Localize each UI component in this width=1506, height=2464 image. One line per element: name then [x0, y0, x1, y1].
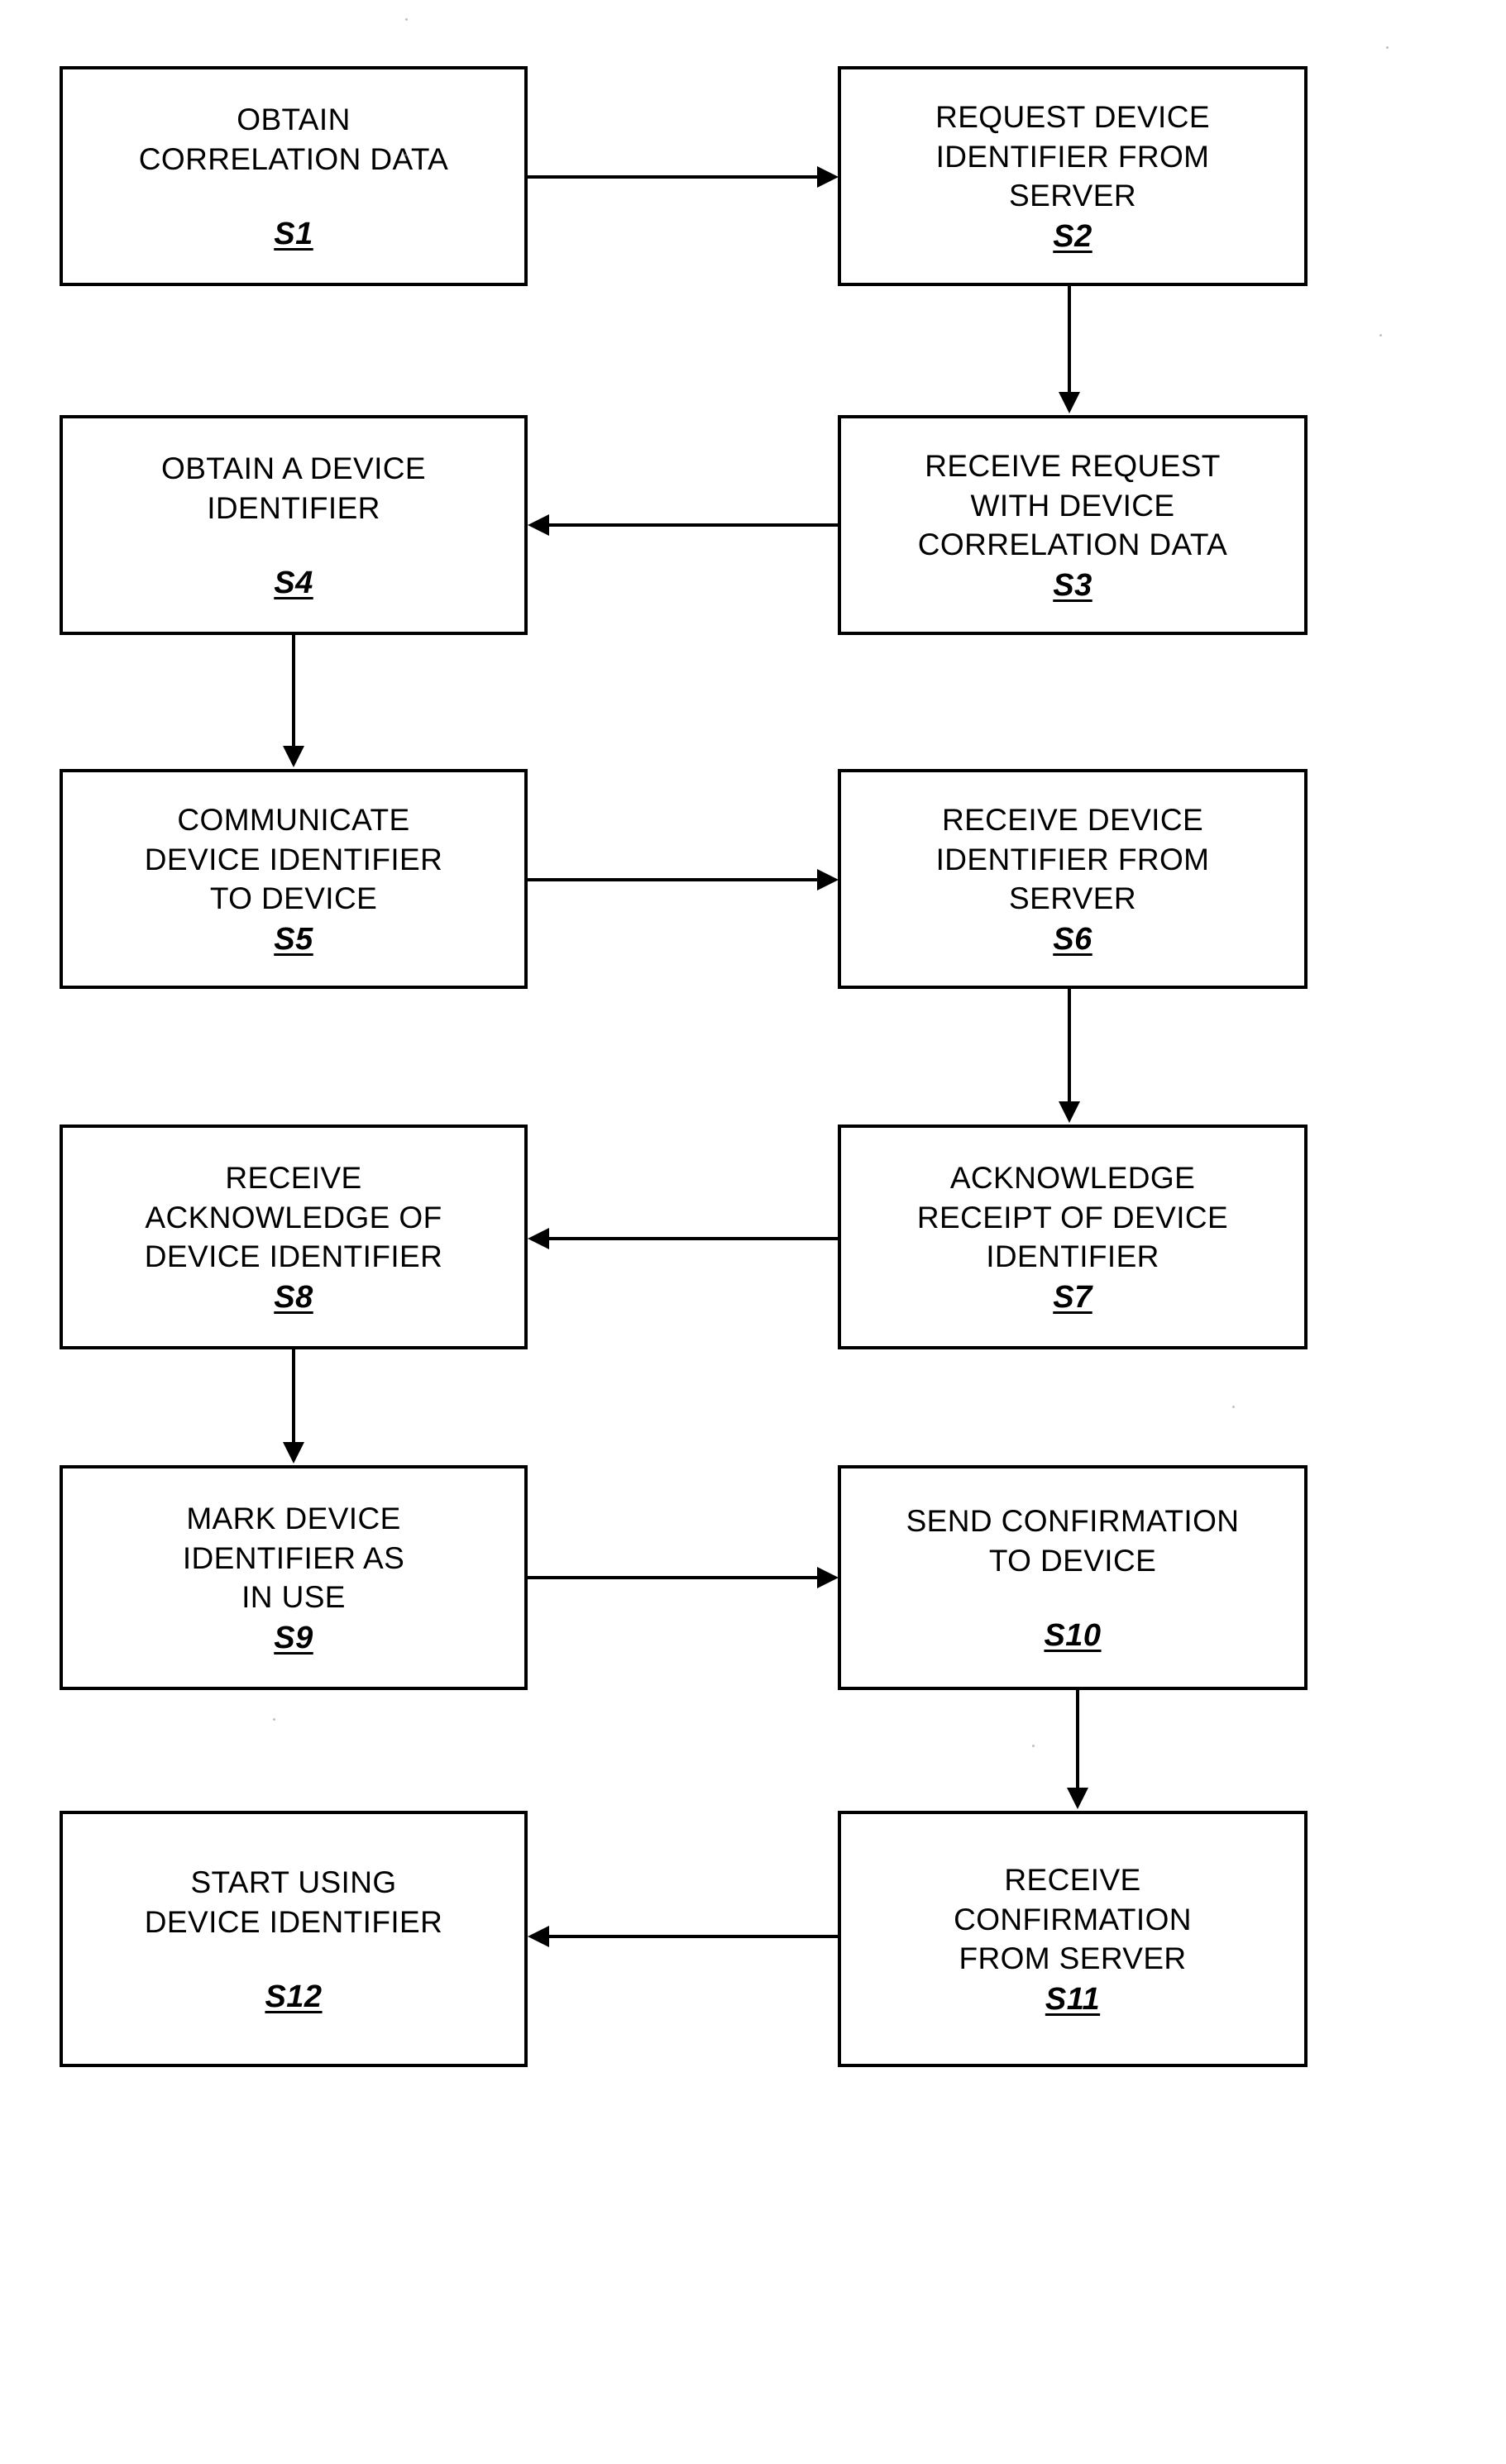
flow-node-s4-step: S4: [274, 565, 313, 600]
flow-node-s3-line-2: WITH DEVICE: [970, 488, 1175, 523]
flow-node-s8-line-3: DEVICE IDENTIFIER: [144, 1239, 443, 1274]
edge-s3-to-s4-arrowhead-icon: [528, 514, 549, 536]
flow-node-s9-line-3: IN USE: [241, 1580, 346, 1615]
flow-node-s3: RECEIVE REQUEST WITH DEVICE CORRELATION …: [838, 415, 1308, 635]
edge-s4-to-s5-line: [292, 635, 295, 747]
flow-node-s1-text: OBTAIN CORRELATION DATA S1: [63, 100, 524, 252]
flow-node-s3-text: RECEIVE REQUEST WITH DEVICE CORRELATION …: [841, 446, 1304, 603]
edge-s11-to-s12-line: [549, 1935, 839, 1938]
flow-node-s6-text: RECEIVE DEVICE IDENTIFIER FROM SERVER S6: [841, 800, 1304, 957]
scan-speck: [404, 154, 407, 156]
flow-node-s7: ACKNOWLEDGE RECEIPT OF DEVICE IDENTIFIER…: [838, 1125, 1308, 1349]
flow-node-s3-step: S3: [1053, 567, 1092, 603]
flow-node-s3-line-3: CORRELATION DATA: [917, 528, 1228, 562]
flow-node-s2-line-1: REQUEST DEVICE: [935, 100, 1210, 135]
flow-node-s10-line-2: TO DEVICE: [988, 1543, 1157, 1578]
flow-node-s11-line-2: CONFIRMATION: [954, 1902, 1192, 1936]
flow-node-s4-line-1: OBTAIN A DEVICE: [161, 451, 426, 486]
flow-node-s4: OBTAIN A DEVICE IDENTIFIER S4: [60, 415, 528, 635]
edge-s6-to-s7-line: [1068, 989, 1071, 1103]
flow-node-s12-text: START USING DEVICE IDENTIFIER S12: [63, 1863, 524, 2015]
flow-node-s7-line-3: IDENTIFIER: [986, 1239, 1159, 1274]
flow-node-s11-line-1: RECEIVE: [1004, 1863, 1141, 1898]
flow-node-s6-line-1: RECEIVE DEVICE: [941, 803, 1204, 838]
flow-node-s4-text: OBTAIN A DEVICE IDENTIFIER S4: [63, 449, 524, 601]
flow-node-s10: SEND CONFIRMATION TO DEVICE S10: [838, 1465, 1308, 1690]
flow-node-s2-line-2: IDENTIFIER FROM: [935, 139, 1210, 174]
scan-speck: [1032, 1745, 1035, 1747]
flow-node-s7-line-1: ACKNOWLEDGE: [949, 1161, 1196, 1196]
scan-speck: [1379, 334, 1382, 337]
flow-node-s8-line-2: ACKNOWLEDGE OF: [145, 1200, 442, 1234]
flow-node-s7-step: S7: [1053, 1279, 1092, 1315]
edge-s5-to-s6-arrowhead-icon: [817, 869, 839, 891]
flow-node-s5-text: COMMUNICATE DEVICE IDENTIFIER TO DEVICE …: [63, 800, 524, 957]
flow-node-s2: REQUEST DEVICE IDENTIFIER FROM SERVER S2: [838, 66, 1308, 286]
edge-s1-to-s2-line: [528, 175, 819, 179]
scan-speck: [273, 1718, 275, 1721]
flow-node-s1-line-2: CORRELATION DATA: [138, 141, 449, 176]
flow-node-s1-line-1: OBTAIN: [237, 103, 351, 137]
flow-node-s11: RECEIVE CONFIRMATION FROM SERVER S11: [838, 1811, 1308, 2067]
flow-node-s2-step: S2: [1053, 218, 1092, 254]
edge-s7-to-s8-line: [549, 1237, 839, 1240]
edge-s8-to-s9-arrowhead-icon: [283, 1442, 304, 1464]
flow-node-s8-text: RECEIVE ACKNOWLEDGE OF DEVICE IDENTIFIER…: [63, 1158, 524, 1315]
flow-node-s1: OBTAIN CORRELATION DATA S1: [60, 66, 528, 286]
flow-node-s1-step: S1: [274, 216, 313, 251]
flow-node-s8: RECEIVE ACKNOWLEDGE OF DEVICE IDENTIFIER…: [60, 1125, 528, 1349]
flow-node-s6: RECEIVE DEVICE IDENTIFIER FROM SERVER S6: [838, 769, 1308, 989]
flow-node-s10-line-1: SEND CONFIRMATION: [906, 1504, 1240, 1539]
flow-node-s12-step: S12: [265, 1979, 323, 2014]
flow-node-s6-line-2: IDENTIFIER FROM: [935, 842, 1210, 876]
scan-speck: [1386, 46, 1389, 49]
flow-node-s2-text: REQUEST DEVICE IDENTIFIER FROM SERVER S2: [841, 98, 1304, 254]
flow-node-s8-line-1: RECEIVE: [225, 1161, 362, 1196]
flow-node-s9-text: MARK DEVICE IDENTIFIER AS IN USE S9: [63, 1499, 524, 1655]
edge-s10-to-s11-arrowhead-icon: [1067, 1788, 1088, 1809]
edge-s2-to-s3-line: [1068, 286, 1071, 394]
flow-node-s9-step: S9: [274, 1620, 313, 1655]
flow-node-s7-line-2: RECEIPT OF DEVICE: [916, 1200, 1229, 1234]
flow-node-s5-step: S5: [274, 921, 313, 957]
edge-s11-to-s12-arrowhead-icon: [528, 1926, 549, 1947]
flow-node-s11-text: RECEIVE CONFIRMATION FROM SERVER S11: [841, 1860, 1304, 2017]
edge-s5-to-s6-line: [528, 878, 819, 881]
edge-s6-to-s7-arrowhead-icon: [1059, 1101, 1080, 1123]
flow-node-s2-line-3: SERVER: [1009, 179, 1136, 213]
flow-node-s12: START USING DEVICE IDENTIFIER S12: [60, 1811, 528, 2067]
scan-speck: [405, 18, 408, 21]
edge-s9-to-s10-line: [528, 1576, 819, 1579]
flow-node-s6-step: S6: [1053, 921, 1092, 957]
flow-node-s9-line-1: MARK DEVICE: [186, 1502, 401, 1536]
flow-node-s10-step: S10: [1044, 1617, 1102, 1653]
edge-s3-to-s4-line: [549, 523, 839, 527]
flow-node-s8-step: S8: [274, 1279, 313, 1315]
flow-node-s12-line-2: DEVICE IDENTIFIER: [144, 1904, 443, 1939]
flow-node-s4-line-2: IDENTIFIER: [207, 490, 380, 525]
edge-s8-to-s9-line: [292, 1349, 295, 1444]
flow-node-s9: MARK DEVICE IDENTIFIER AS IN USE S9: [60, 1465, 528, 1690]
flow-node-s12-line-1: START USING: [190, 1865, 397, 1900]
figure-canvas: OBTAIN CORRELATION DATA S1 REQUEST DEVIC…: [0, 0, 1506, 2464]
flow-node-s10-text: SEND CONFIRMATION TO DEVICE S10: [841, 1502, 1304, 1654]
flow-node-s3-line-1: RECEIVE REQUEST: [925, 449, 1221, 484]
flow-node-s5-line-3: TO DEVICE: [209, 881, 378, 916]
scan-speck: [1232, 1406, 1235, 1408]
edge-s1-to-s2-arrowhead-icon: [817, 166, 839, 188]
flow-node-s7-text: ACKNOWLEDGE RECEIPT OF DEVICE IDENTIFIER…: [841, 1158, 1304, 1315]
edge-s4-to-s5-arrowhead-icon: [283, 746, 304, 767]
flow-node-s5: COMMUNICATE DEVICE IDENTIFIER TO DEVICE …: [60, 769, 528, 989]
edge-s9-to-s10-arrowhead-icon: [817, 1567, 839, 1588]
flow-node-s11-line-3: FROM SERVER: [959, 1941, 1187, 1976]
flow-node-s11-step: S11: [1045, 1981, 1101, 2017]
flow-node-s6-line-3: SERVER: [1009, 881, 1136, 916]
flow-node-s5-line-1: COMMUNICATE: [177, 803, 410, 838]
edge-s10-to-s11-line: [1076, 1690, 1079, 1789]
edge-s2-to-s3-arrowhead-icon: [1059, 392, 1080, 413]
edge-s7-to-s8-arrowhead-icon: [528, 1228, 549, 1249]
flow-node-s5-line-2: DEVICE IDENTIFIER: [144, 842, 443, 876]
flow-node-s9-line-2: IDENTIFIER AS: [182, 1540, 405, 1575]
